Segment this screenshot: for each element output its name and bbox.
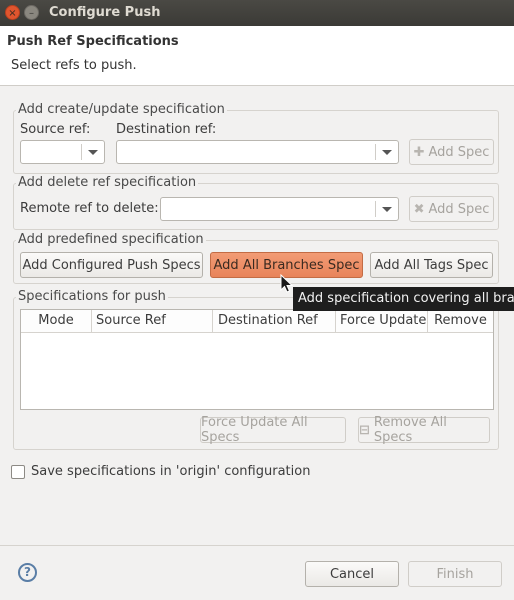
column-header-remove[interactable]: Remove — [428, 310, 493, 333]
plus-icon: ✚ — [413, 144, 425, 160]
cancel-button[interactable]: Cancel — [305, 561, 399, 587]
remove-all-specs-label: Remove All Specs — [373, 415, 447, 445]
remove-all-specs-button[interactable]: ⊟ Remove All Specs — [358, 415, 490, 445]
source-ref-combo[interactable] — [20, 140, 105, 164]
delete-spec-label: Add Spec — [428, 201, 490, 217]
specifications-group-label: Specifications for push — [16, 289, 168, 304]
force-update-all-specs-button[interactable]: Force Update All Specs — [200, 415, 346, 445]
source-ref-label: Source ref: — [20, 122, 91, 137]
add-all-tags-spec-button[interactable]: Add All Tags Spec — [370, 252, 493, 278]
predefined-group-label: Add predefined specification — [16, 232, 206, 247]
tooltip: Add specification covering all branches — [293, 287, 514, 311]
mouse-cursor-icon — [280, 274, 294, 293]
help-icon[interactable]: ? — [18, 563, 37, 582]
window-title: Configure Push — [49, 5, 161, 20]
dialog-header: Push Ref Specifications Select refs to p… — [0, 26, 514, 86]
delete-ref-group-label: Add delete ref specification — [16, 175, 199, 190]
x-icon: ✖ — [413, 201, 425, 217]
create-update-group-label: Add create/update specification — [16, 102, 227, 117]
page-subtitle: Select refs to push. — [11, 58, 137, 73]
specifications-table[interactable]: Mode Source Ref Destination Ref Force Up… — [20, 309, 494, 410]
combo-separator — [81, 144, 82, 160]
column-header-destination-ref[interactable]: Destination Ref — [213, 310, 336, 333]
add-spec-label: Add Spec — [428, 144, 490, 160]
title-bar: × – Configure Push — [0, 0, 514, 26]
delete-spec-button[interactable]: ✖ Add Spec — [409, 196, 494, 222]
column-header-force-update[interactable]: Force Update — [336, 310, 428, 333]
add-configured-push-specs-button[interactable]: Add Configured Push Specs — [20, 252, 203, 278]
combo-separator — [375, 144, 376, 160]
chevron-down-icon[interactable] — [382, 207, 392, 212]
remote-ref-label: Remote ref to delete: — [20, 201, 159, 216]
close-icon[interactable]: × — [5, 5, 20, 20]
remove-icon: ⊟ — [359, 422, 370, 438]
chevron-down-icon[interactable] — [382, 150, 392, 155]
footer-divider — [0, 545, 514, 546]
save-config-checkbox[interactable] — [11, 465, 25, 479]
finish-button[interactable]: Finish — [408, 561, 502, 587]
destination-ref-label: Destination ref: — [116, 122, 217, 137]
page-title: Push Ref Specifications — [7, 34, 179, 49]
chevron-down-icon[interactable] — [88, 150, 98, 155]
minimize-icon[interactable]: – — [24, 5, 39, 20]
column-header-source-ref[interactable]: Source Ref — [92, 310, 213, 333]
column-header-mode[interactable]: Mode — [21, 310, 92, 333]
save-config-label[interactable]: Save specifications in 'origin' configur… — [31, 464, 310, 479]
destination-ref-combo[interactable] — [116, 140, 399, 164]
add-spec-button[interactable]: ✚ Add Spec — [409, 139, 494, 165]
table-header: Mode Source Ref Destination Ref Force Up… — [21, 310, 493, 333]
combo-separator — [375, 201, 376, 217]
remote-ref-combo[interactable] — [160, 197, 399, 221]
